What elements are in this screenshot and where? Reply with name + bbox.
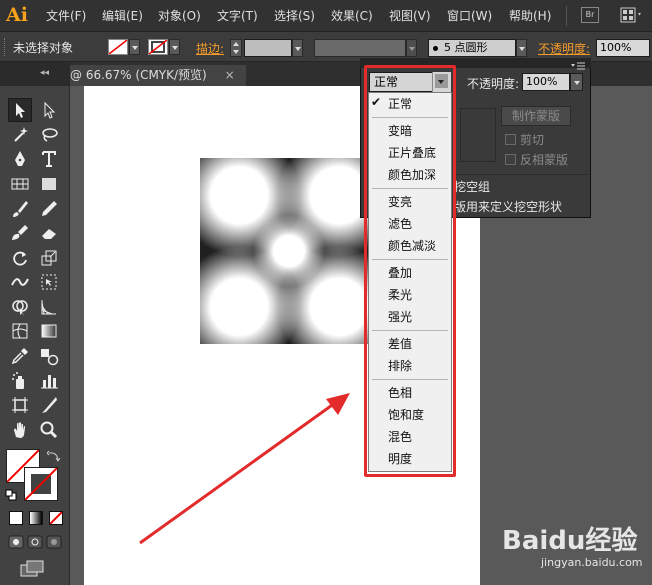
stroke-weight-stepper[interactable] bbox=[230, 39, 242, 57]
document-tab[interactable]: @ 66.67% (CMYK/预览) × bbox=[70, 65, 246, 86]
gradient-mode-icon[interactable] bbox=[29, 511, 43, 525]
annotation-arrow bbox=[139, 393, 350, 545]
stroke-weight-input[interactable] bbox=[244, 39, 292, 57]
menu-file[interactable]: 文件(F) bbox=[46, 0, 86, 32]
selection-tool-icon[interactable] bbox=[9, 99, 31, 121]
rotate-tool-icon[interactable] bbox=[9, 247, 31, 269]
blob-brush-tool-icon[interactable] bbox=[9, 222, 31, 244]
direct-selection-tool-icon[interactable] bbox=[38, 99, 60, 121]
symbol-sprayer-tool-icon[interactable] bbox=[9, 370, 31, 392]
stroke-dropdown[interactable] bbox=[169, 39, 180, 55]
magic-wand-tool-icon[interactable] bbox=[9, 124, 31, 146]
panel-divider bbox=[454, 174, 588, 175]
collapse-toolbar-icon[interactable]: ◂◂ bbox=[40, 68, 49, 78]
invert-mask-checkbox[interactable] bbox=[505, 154, 516, 165]
chevron-down-icon bbox=[409, 47, 415, 51]
mask-thumbnail[interactable] bbox=[460, 108, 496, 162]
swap-colors-icon[interactable] bbox=[46, 450, 61, 462]
chevron-down-icon bbox=[574, 81, 580, 85]
workspace-switcher-icon[interactable] bbox=[620, 7, 644, 23]
watermark-url: jingyan.baidu.com bbox=[541, 556, 643, 569]
menu-select[interactable]: 选择(S) bbox=[274, 0, 315, 32]
menu-window[interactable]: 窗口(W) bbox=[447, 0, 492, 32]
menu-bar bbox=[0, 0, 652, 32]
annotation-highlight-box bbox=[364, 65, 456, 477]
stroke-color-swatch[interactable] bbox=[24, 467, 58, 501]
hand-tool-icon[interactable] bbox=[9, 419, 31, 441]
default-colors-icon[interactable] bbox=[5, 489, 17, 501]
blurred-artwork[interactable] bbox=[200, 158, 378, 344]
mesh-tool-icon[interactable] bbox=[9, 320, 31, 342]
slice-tool-icon[interactable] bbox=[38, 394, 60, 416]
menu-edit[interactable]: 编辑(E) bbox=[102, 0, 143, 32]
fill-dropdown[interactable] bbox=[129, 39, 140, 55]
clip-checkbox[interactable] bbox=[505, 134, 516, 145]
rectangle-tool-icon[interactable] bbox=[38, 173, 60, 195]
app-logo: Ai bbox=[6, 4, 28, 26]
scale-tool-icon[interactable] bbox=[38, 247, 60, 269]
watermark-logo: Baidu经验 bbox=[502, 526, 638, 556]
document-tab-title: @ 66.67% (CMYK/预览) bbox=[70, 68, 207, 82]
opacity-knockout-label: 版用来定义挖空形状 bbox=[454, 200, 563, 214]
knockout-group-label: 挖空组 bbox=[454, 180, 491, 194]
paintbrush-tool-icon[interactable] bbox=[9, 198, 31, 220]
brush-dropdown[interactable] bbox=[516, 39, 527, 57]
toolbar-header bbox=[0, 62, 70, 86]
bridge-button[interactable]: Br bbox=[581, 7, 599, 23]
invert-mask-label: 反相蒙版 bbox=[520, 153, 569, 167]
opacity-label[interactable]: 不透明度: bbox=[538, 40, 590, 57]
line-segment-tool-icon[interactable] bbox=[9, 173, 31, 195]
zoom-tool-icon[interactable] bbox=[38, 419, 60, 441]
brush-value: 5 点圆形 bbox=[444, 41, 488, 54]
eraser-tool-icon[interactable] bbox=[38, 222, 60, 244]
shape-builder-tool-icon[interactable] bbox=[9, 296, 31, 318]
variable-width-dropdown[interactable] bbox=[406, 39, 417, 57]
chevron-down-icon bbox=[519, 47, 525, 51]
panel-menu-icon[interactable] bbox=[570, 59, 586, 70]
drawing-modes-icon[interactable] bbox=[8, 535, 64, 549]
width-tool-icon[interactable] bbox=[9, 271, 31, 293]
menu-divider bbox=[566, 6, 567, 26]
stroke-weight-dropdown[interactable] bbox=[292, 39, 303, 57]
make-mask-button[interactable]: 制作蒙版 bbox=[501, 106, 571, 126]
close-tab-icon[interactable]: × bbox=[225, 68, 235, 82]
opacity-input[interactable]: 100% bbox=[596, 39, 650, 57]
eyedropper-tool-icon[interactable] bbox=[9, 345, 31, 367]
none-mode-icon[interactable] bbox=[49, 511, 63, 525]
column-graph-tool-icon[interactable] bbox=[38, 370, 60, 392]
stroke-swatch[interactable] bbox=[148, 39, 168, 55]
stroke-label[interactable]: 描边: bbox=[196, 40, 224, 57]
screen-mode-icon[interactable] bbox=[20, 560, 46, 578]
panel-opacity-dropdown[interactable] bbox=[570, 73, 583, 91]
menu-type[interactable]: 文字(T) bbox=[217, 0, 258, 32]
free-transform-tool-icon[interactable] bbox=[38, 271, 60, 293]
type-tool-icon[interactable] bbox=[38, 148, 60, 170]
menu-help[interactable]: 帮助(H) bbox=[509, 0, 551, 32]
color-mode-icon[interactable] bbox=[9, 511, 23, 525]
blend-tool-icon[interactable] bbox=[38, 345, 60, 367]
brush-definition[interactable]: 5 点圆形 bbox=[428, 39, 516, 57]
variable-width-profile[interactable] bbox=[314, 39, 406, 57]
chevron-down-icon bbox=[295, 47, 301, 51]
selection-status: 未选择对象 bbox=[13, 41, 74, 55]
gradient-tool-icon[interactable] bbox=[38, 320, 60, 342]
pencil-tool-icon[interactable] bbox=[38, 198, 60, 220]
pen-tool-icon[interactable] bbox=[9, 148, 31, 170]
menu-object[interactable]: 对象(O) bbox=[158, 0, 201, 32]
chevron-down-icon bbox=[172, 46, 178, 50]
clip-label: 剪切 bbox=[520, 133, 545, 147]
panel-opacity-input[interactable]: 100% bbox=[522, 73, 570, 91]
menu-view[interactable]: 视图(V) bbox=[389, 0, 431, 32]
menu-effect[interactable]: 效果(C) bbox=[331, 0, 373, 32]
artboard-tool-icon[interactable] bbox=[9, 394, 31, 416]
control-bar-grip bbox=[4, 38, 7, 56]
perspective-grid-tool-icon[interactable] bbox=[38, 296, 60, 318]
panel-opacity-label: 不透明度: bbox=[467, 77, 520, 91]
brush-dot-icon bbox=[433, 45, 438, 51]
chevron-down-icon bbox=[132, 46, 138, 50]
fill-swatch[interactable] bbox=[108, 39, 128, 55]
lasso-tool-icon[interactable] bbox=[38, 124, 60, 146]
